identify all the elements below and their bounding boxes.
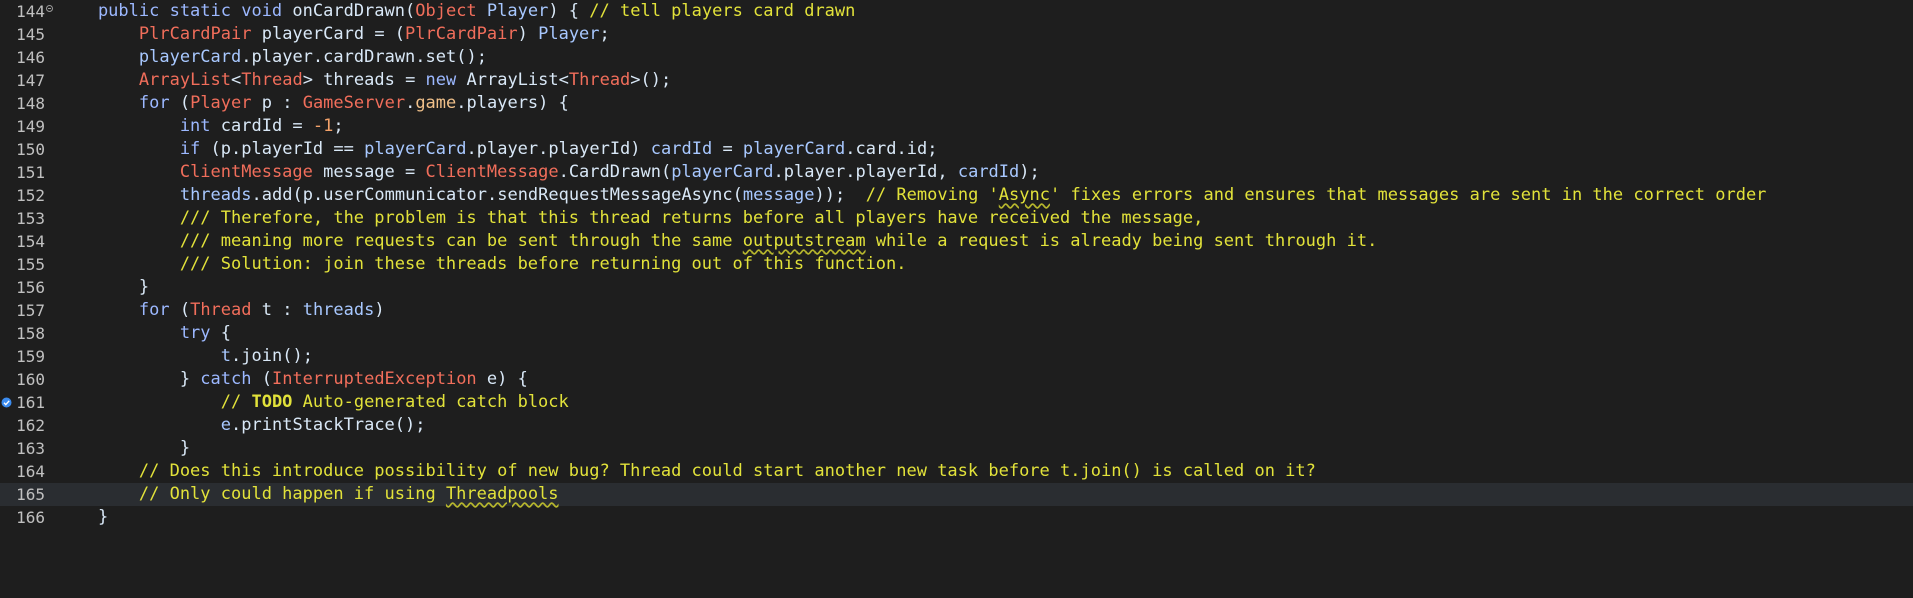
code-text[interactable]: /// Solution: join these threads before … bbox=[57, 253, 907, 276]
code-line[interactable]: 148 for (Player p : GameServer.game.play… bbox=[0, 92, 1913, 115]
code-text[interactable]: for (Thread t : threads) bbox=[57, 299, 385, 322]
line-number: 153 bbox=[16, 209, 45, 228]
line-number: 155 bbox=[16, 255, 45, 274]
line-number: 160 bbox=[16, 370, 45, 389]
code-line[interactable]: 159 t.join(); bbox=[0, 345, 1913, 368]
line-number: 164 bbox=[16, 462, 45, 481]
code-text[interactable]: e.printStackTrace(); bbox=[57, 414, 426, 437]
code-text[interactable]: } bbox=[57, 276, 149, 299]
line-number: 150 bbox=[16, 140, 45, 159]
line-number: 147 bbox=[16, 71, 45, 90]
line-number: 152 bbox=[16, 186, 45, 205]
code-text[interactable]: threads.add(p.userCommunicator.sendReque… bbox=[57, 184, 1767, 207]
code-line[interactable]: 153 /// Therefore, the problem is that t… bbox=[0, 207, 1913, 230]
code-line[interactable]: 166 } bbox=[0, 506, 1913, 529]
line-number: 149 bbox=[16, 117, 45, 136]
code-text[interactable]: int cardId = -1; bbox=[57, 115, 344, 138]
line-number: 162 bbox=[16, 416, 45, 435]
override-indicator-icon[interactable] bbox=[1, 397, 12, 408]
code-line[interactable]: 150 if (p.playerId == playerCard.player.… bbox=[0, 138, 1913, 161]
code-line[interactable]: 161 // TODO Auto-generated catch block bbox=[0, 391, 1913, 414]
code-text[interactable]: public static void onCardDrawn(Object Pl… bbox=[57, 0, 855, 23]
code-text[interactable]: ClientMessage message = ClientMessage.Ca… bbox=[57, 161, 1040, 184]
code-line[interactable]: 157 for (Thread t : threads) bbox=[0, 299, 1913, 322]
code-text[interactable]: /// Therefore, the problem is that this … bbox=[57, 207, 1204, 230]
line-number: 156 bbox=[16, 278, 45, 297]
code-line[interactable]: 155 /// Solution: join these threads bef… bbox=[0, 253, 1913, 276]
code-line[interactable]: 144 public static void onCardDrawn(Objec… bbox=[0, 0, 1913, 23]
line-number: 158 bbox=[16, 324, 45, 343]
code-text[interactable]: } bbox=[57, 437, 190, 460]
code-line[interactable]: 149 int cardId = -1; bbox=[0, 115, 1913, 138]
code-text[interactable]: for (Player p : GameServer.game.players)… bbox=[57, 92, 569, 115]
line-number: 165 bbox=[16, 485, 45, 504]
code-line[interactable]: 160 } catch (InterruptedException e) { bbox=[0, 368, 1913, 391]
code-text[interactable]: PlrCardPair playerCard = (PlrCardPair) P… bbox=[57, 23, 610, 46]
code-text[interactable]: t.join(); bbox=[57, 345, 313, 368]
code-line[interactable]: 152 threads.add(p.userCommunicator.sendR… bbox=[0, 184, 1913, 207]
code-text[interactable]: // TODO Auto-generated catch block bbox=[57, 391, 569, 414]
code-text[interactable]: // Does this introduce possibility of ne… bbox=[57, 460, 1316, 483]
code-line[interactable]: 145 PlrCardPair playerCard = (PlrCardPai… bbox=[0, 23, 1913, 46]
code-line[interactable]: 156 } bbox=[0, 276, 1913, 299]
code-line[interactable]: 158 try { bbox=[0, 322, 1913, 345]
code-text[interactable]: if (p.playerId == playerCard.player.play… bbox=[57, 138, 938, 161]
code-text[interactable]: ArrayList<Thread> threads = new ArrayLis… bbox=[57, 69, 671, 92]
line-number: 159 bbox=[16, 347, 45, 366]
code-text[interactable]: } bbox=[57, 506, 108, 529]
fold-collapse-icon[interactable] bbox=[46, 5, 53, 12]
line-number: 154 bbox=[16, 232, 45, 251]
code-line[interactable]: 151 ClientMessage message = ClientMessag… bbox=[0, 161, 1913, 184]
code-line[interactable]: 162 e.printStackTrace(); bbox=[0, 414, 1913, 437]
line-number: 151 bbox=[16, 163, 45, 182]
code-text[interactable]: // Only could happen if using Threadpool… bbox=[57, 483, 559, 506]
code-line[interactable]: 146 playerCard.player.cardDrawn.set(); bbox=[0, 46, 1913, 69]
line-number: 148 bbox=[16, 94, 45, 113]
code-line[interactable]: 163 } bbox=[0, 437, 1913, 460]
line-number: 146 bbox=[16, 48, 45, 67]
code-line[interactable]: 154 /// meaning more requests can be sen… bbox=[0, 230, 1913, 253]
code-text[interactable]: } catch (InterruptedException e) { bbox=[57, 368, 528, 391]
code-line[interactable]: 164 // Does this introduce possibility o… bbox=[0, 460, 1913, 483]
code-editor[interactable]: 144 public static void onCardDrawn(Objec… bbox=[0, 0, 1913, 531]
line-number: 163 bbox=[16, 439, 45, 458]
line-number: 166 bbox=[16, 508, 45, 527]
code-text[interactable]: /// meaning more requests can be sent th… bbox=[57, 230, 1378, 253]
code-text[interactable]: playerCard.player.cardDrawn.set(); bbox=[57, 46, 487, 69]
line-number: 145 bbox=[16, 25, 45, 44]
line-number: 157 bbox=[16, 301, 45, 320]
code-line[interactable]: 147 ArrayList<Thread> threads = new Arra… bbox=[0, 69, 1913, 92]
line-number: 144 bbox=[16, 2, 45, 21]
code-line-current[interactable]: 165 // Only could happen if using Thread… bbox=[0, 483, 1913, 506]
code-text[interactable]: try { bbox=[57, 322, 231, 345]
